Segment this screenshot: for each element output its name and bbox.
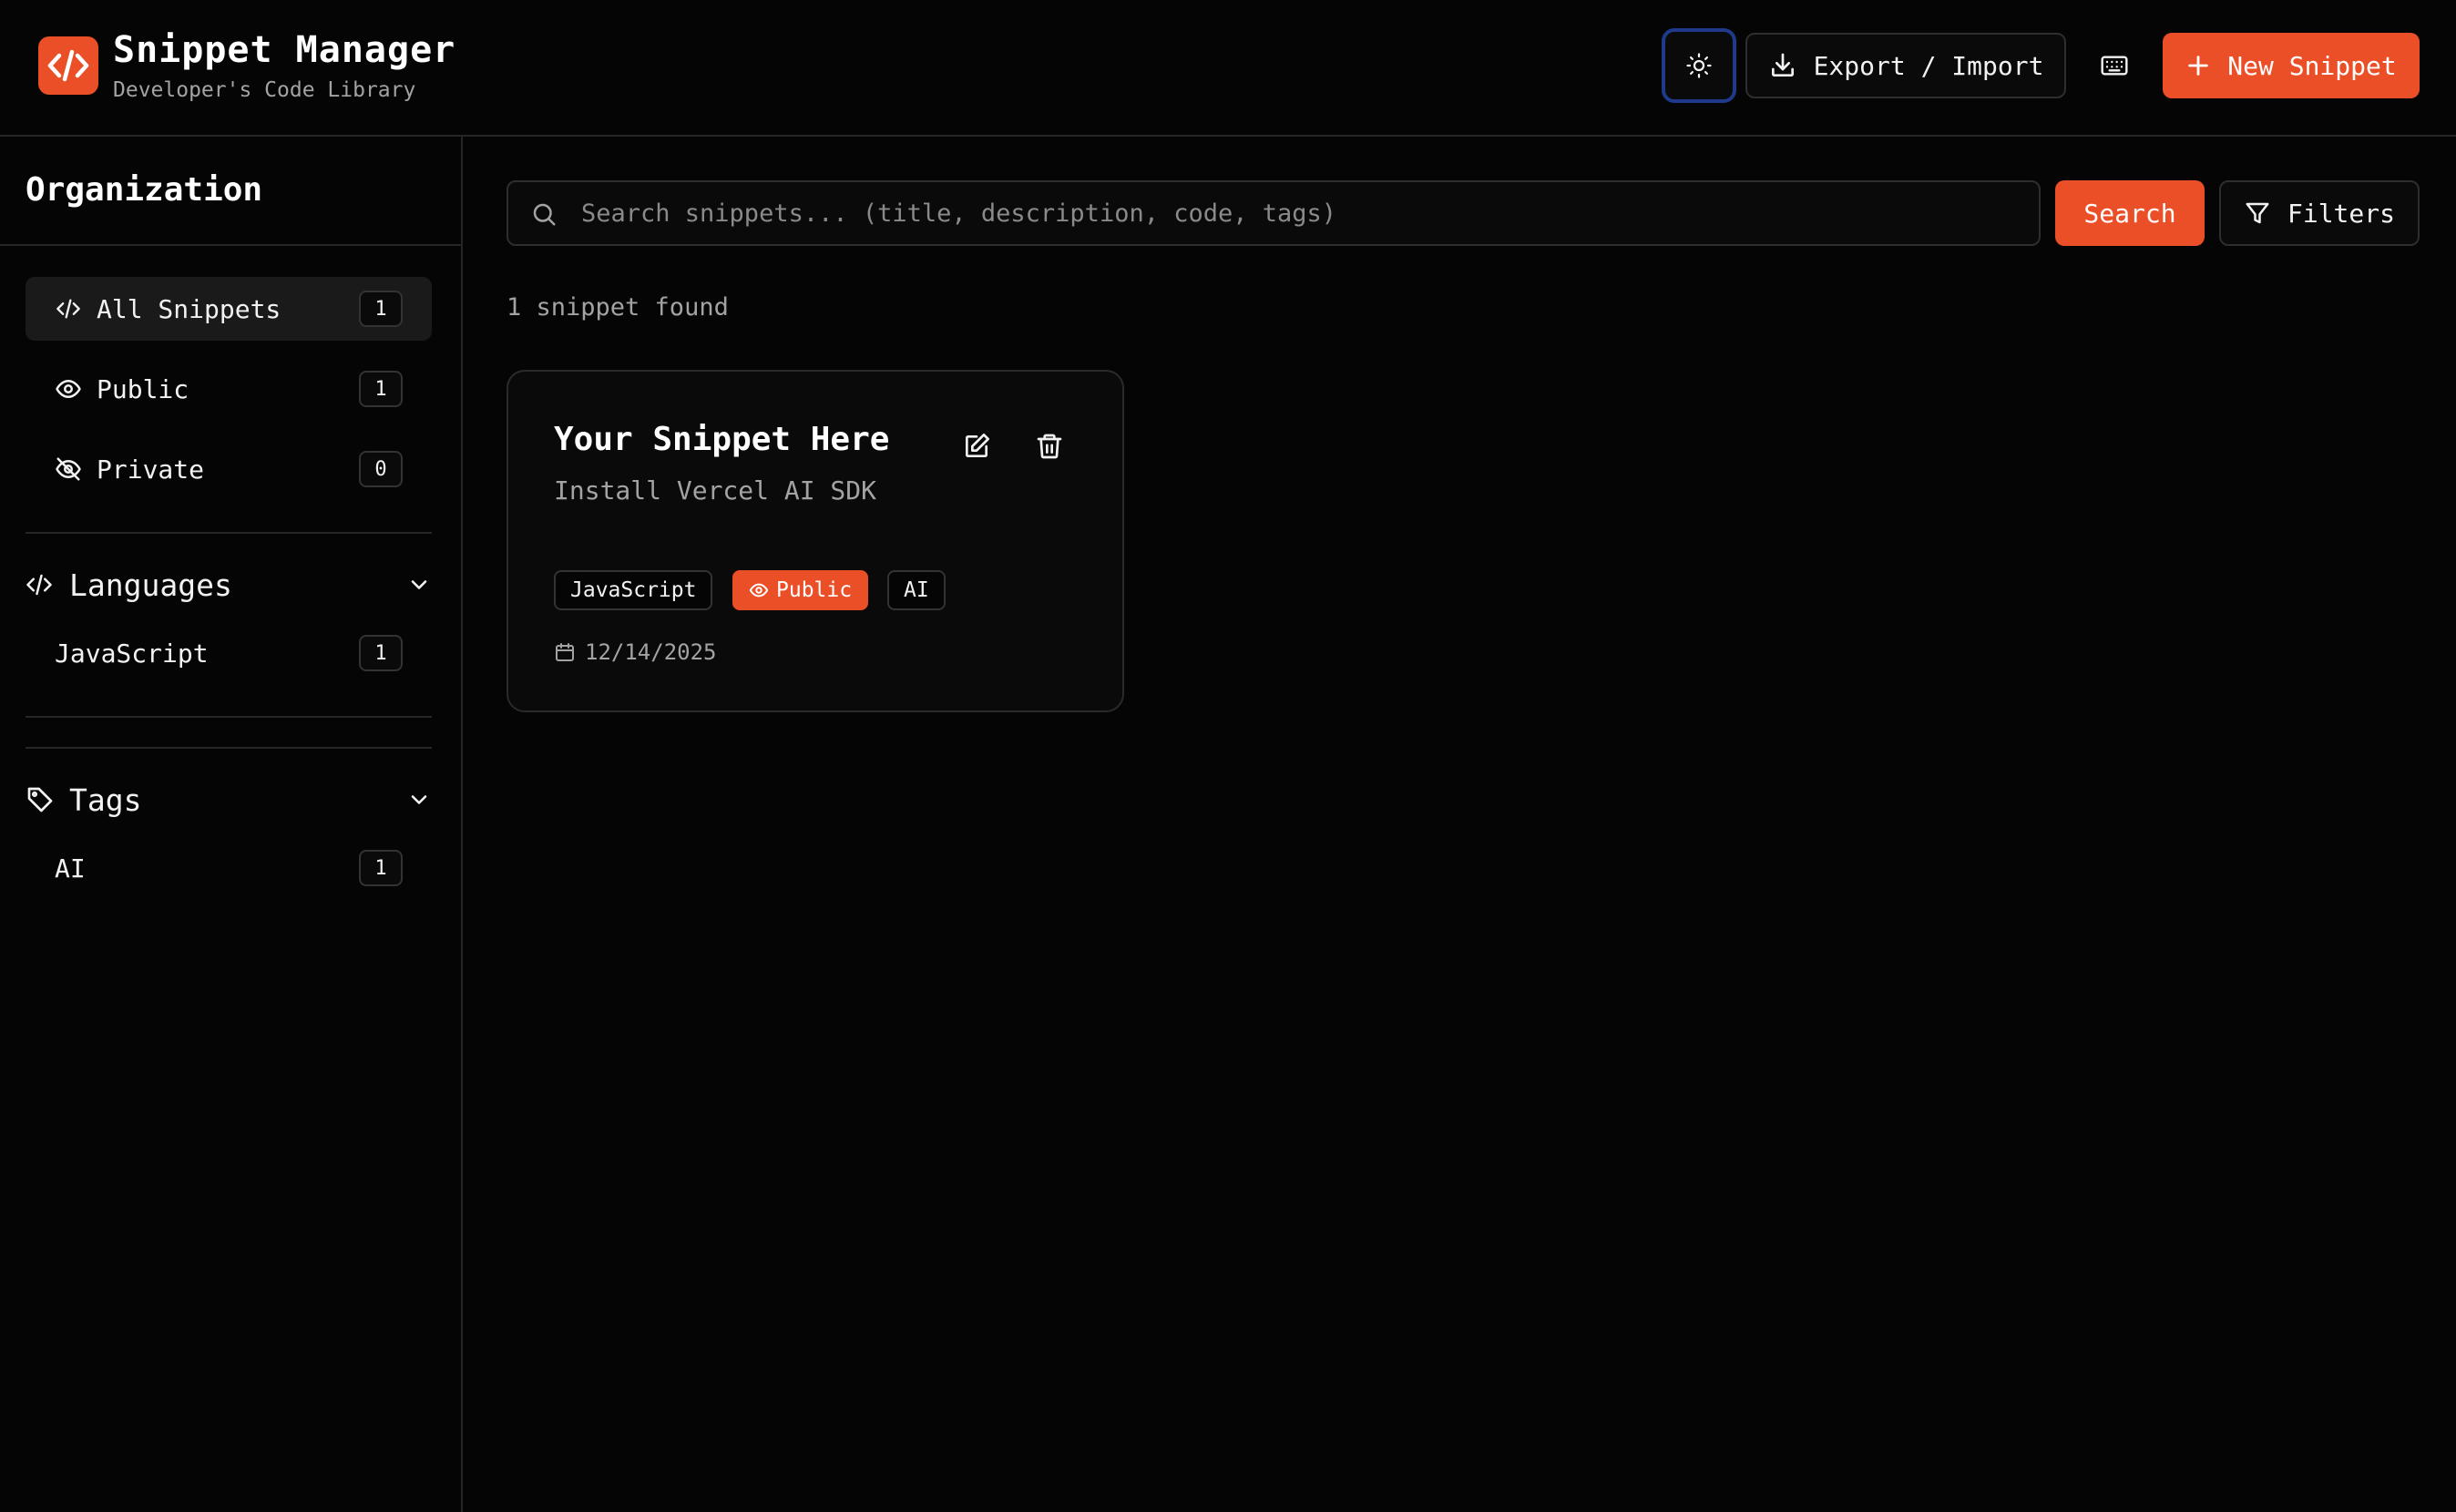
sidebar-item-private[interactable]: Private 0 [26,437,432,501]
chevron-down-icon[interactable] [406,787,432,812]
filters-button[interactable]: Filters [2219,180,2420,246]
eye-icon [749,580,769,600]
filters-button-label: Filters [2287,198,2395,229]
sidebar-item-language-javascript[interactable]: JavaScript 1 [26,621,432,685]
sidebar-item-label: All Snippets [97,293,281,324]
count-badge: 1 [359,291,403,327]
sidebar-item-label: AI [55,853,86,884]
keyboard-shortcuts-button[interactable] [2086,33,2143,98]
languages-section-header[interactable]: Languages [26,559,432,610]
sidebar: Organization All Snippets 1 Public 1 Pri… [0,137,463,1512]
count-badge: 1 [359,371,403,407]
code-icon [26,569,56,600]
sidebar-item-label: Public [97,373,189,404]
search-button-label: Search [2083,198,2176,229]
language-badge-label: JavaScript [570,578,697,602]
snippet-date: 12/14/2025 [554,639,717,665]
search-icon [530,200,558,228]
search-box [507,180,2041,246]
sidebar-item-label: JavaScript [55,638,209,669]
edit-icon[interactable] [958,428,995,465]
new-snippet-button[interactable]: New Snippet [2163,33,2420,98]
export-import-label: Export / Import [1813,50,2044,81]
plus-icon [2185,53,2211,78]
sidebar-divider [26,747,432,749]
search-input[interactable] [579,182,2028,244]
tags-section-header[interactable]: Tags [26,774,432,825]
snippet-date-text: 12/14/2025 [585,639,717,665]
sidebar-item-all-snippets[interactable]: All Snippets 1 [26,277,432,341]
filter-icon [2244,199,2271,227]
sidebar-title: Organization [26,171,263,209]
tags-section-title: Tags [69,782,142,818]
languages-section-title: Languages [69,567,232,603]
sidebar-item-label: Private [97,454,205,485]
sidebar-item-tag-ai[interactable]: AI 1 [26,836,432,900]
eye-icon [55,375,82,403]
sidebar-item-public[interactable]: Public 1 [26,357,432,421]
code-icon [55,295,82,322]
language-badge: JavaScript [554,570,713,610]
download-icon [1768,51,1797,80]
sidebar-divider [26,716,432,718]
count-badge: 0 [359,451,403,487]
snippet-description: Install Vercel AI SDK [554,475,877,506]
count-badge: 1 [359,635,403,671]
app-subtitle: Developer's Code Library [113,78,416,102]
tag-icon [26,784,56,815]
calendar-icon [554,641,576,663]
app-title: Snippet Manager [113,29,456,71]
app-header: Snippet Manager Developer's Code Library… [0,0,2456,137]
keyboard-icon [2100,51,2129,80]
sidebar-divider [0,244,461,246]
result-count: 1 snippet found [507,293,729,322]
trash-icon[interactable] [1031,428,1068,465]
snippet-card[interactable]: Your Snippet Here Install Vercel AI SDK … [507,370,1124,712]
tag-badge-label: AI [904,578,929,602]
eye-off-icon [55,455,82,483]
tag-badge: AI [887,570,946,610]
new-snippet-label: New Snippet [2227,50,2397,81]
export-import-button[interactable]: Export / Import [1745,33,2066,98]
chevron-down-icon[interactable] [406,572,432,598]
count-badge: 1 [359,850,403,886]
theme-toggle-button[interactable] [1662,28,1736,103]
app-logo-icon [38,36,98,95]
snippet-title: Your Snippet Here [554,421,890,458]
visibility-badge: Public [732,570,869,610]
search-button[interactable]: Search [2055,180,2205,246]
sun-icon [1685,52,1713,79]
sidebar-divider [26,532,432,534]
visibility-badge-label: Public [776,578,853,602]
